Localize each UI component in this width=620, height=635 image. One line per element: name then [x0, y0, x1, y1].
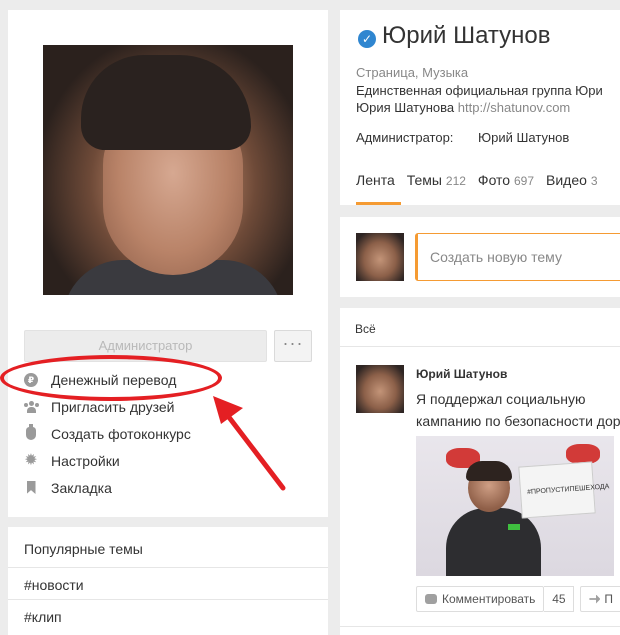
photo-sign-text: #ПРОПУСТИПЕШЕХОДА: [526, 483, 610, 497]
comment-bubble-icon: [425, 594, 437, 604]
tab-feed[interactable]: Лента: [356, 172, 401, 205]
photo-sign: #ПРОПУСТИПЕШЕХОДА: [518, 461, 610, 519]
tab-label: Темы: [406, 172, 442, 188]
divider: [8, 599, 328, 600]
invite-friends-icon: [24, 400, 39, 414]
new-topic-input[interactable]: Создать новую тему: [415, 233, 620, 281]
post-actions: Комментировать 45 П: [416, 586, 620, 612]
group-avatar[interactable]: [43, 45, 293, 295]
feed-filter-all[interactable]: Всё: [355, 322, 376, 336]
post-text: Я поддержал социальную кампанию по безоп…: [416, 388, 620, 432]
user-avatar: [356, 233, 404, 281]
tab-count: 697: [513, 174, 535, 188]
popular-topic-link[interactable]: #новости: [24, 577, 84, 593]
tab-label: Фото: [477, 172, 511, 188]
tab-count: 212: [445, 174, 466, 188]
description-text: Юрия Шатунова: [356, 100, 455, 115]
feed-card: Всё Юрий Шатунов Я поддержал социальную …: [340, 308, 620, 635]
share-arrow-icon: [589, 594, 601, 604]
menu-item-label: Настройки: [51, 452, 120, 469]
settings-gear-icon: ✹: [24, 451, 38, 469]
group-tabs: Лента Темы 212 Фото 697 Видео 3: [356, 172, 598, 205]
annotation-arrow-icon: [213, 396, 286, 491]
admin-label: Администратор:: [356, 130, 454, 145]
post-text-line: Я поддержал социальную: [416, 391, 586, 407]
more-options-button[interactable]: ···: [274, 330, 312, 362]
share-label: П: [604, 592, 614, 606]
comment-label: Комментировать: [442, 592, 536, 606]
bookmark-icon: [24, 481, 38, 495]
divider: [340, 346, 620, 347]
post-author-name[interactable]: Юрий Шатунов: [416, 367, 507, 381]
tab-count: 3: [590, 174, 598, 188]
tab-label: Видео: [546, 172, 587, 188]
popular-topics-title: Популярные темы: [24, 541, 143, 557]
website-link[interactable]: http://shatunov.com: [458, 100, 571, 115]
new-topic-card: Создать новую тему: [340, 217, 620, 297]
divider: [8, 567, 328, 568]
menu-item-label: Закладка: [51, 479, 112, 496]
tab-videos[interactable]: Видео 3: [546, 172, 597, 205]
comment-count: 45: [544, 586, 575, 612]
share-button[interactable]: П: [580, 586, 620, 612]
verified-check-icon: ✓: [358, 30, 376, 48]
divider: [340, 626, 620, 627]
post-text-line: кампанию по безопасности дор: [416, 413, 620, 429]
annotation-ellipse: [0, 355, 222, 401]
group-header: ✓ Юрий Шатунов Страница, Музыка Единстве…: [340, 10, 620, 205]
group-description-line2: Юрия Шатунова http://shatunov.com: [356, 100, 570, 115]
comment-button[interactable]: Комментировать: [416, 586, 545, 612]
menu-item-label: Создать фотоконкурс: [51, 425, 191, 442]
post-author-avatar[interactable]: [356, 365, 404, 413]
tab-photos[interactable]: Фото 697: [478, 172, 534, 205]
post-photo[interactable]: #ПРОПУСТИПЕШЕХОДА: [416, 436, 614, 576]
tab-topics[interactable]: Темы 212: [407, 172, 466, 205]
tab-label: Лента: [356, 172, 395, 188]
popular-topic-link[interactable]: #клип: [24, 609, 62, 625]
photo-contest-icon: [24, 424, 38, 441]
group-title: Юрий Шатунов: [382, 22, 551, 49]
group-description: Единственная официальная группа Юри: [356, 83, 603, 98]
popular-topics-card: Популярные темы #новости #клип: [8, 527, 328, 635]
group-category: Страница, Музыка: [356, 65, 469, 80]
admin-name-link[interactable]: Юрий Шатунов: [478, 130, 569, 145]
